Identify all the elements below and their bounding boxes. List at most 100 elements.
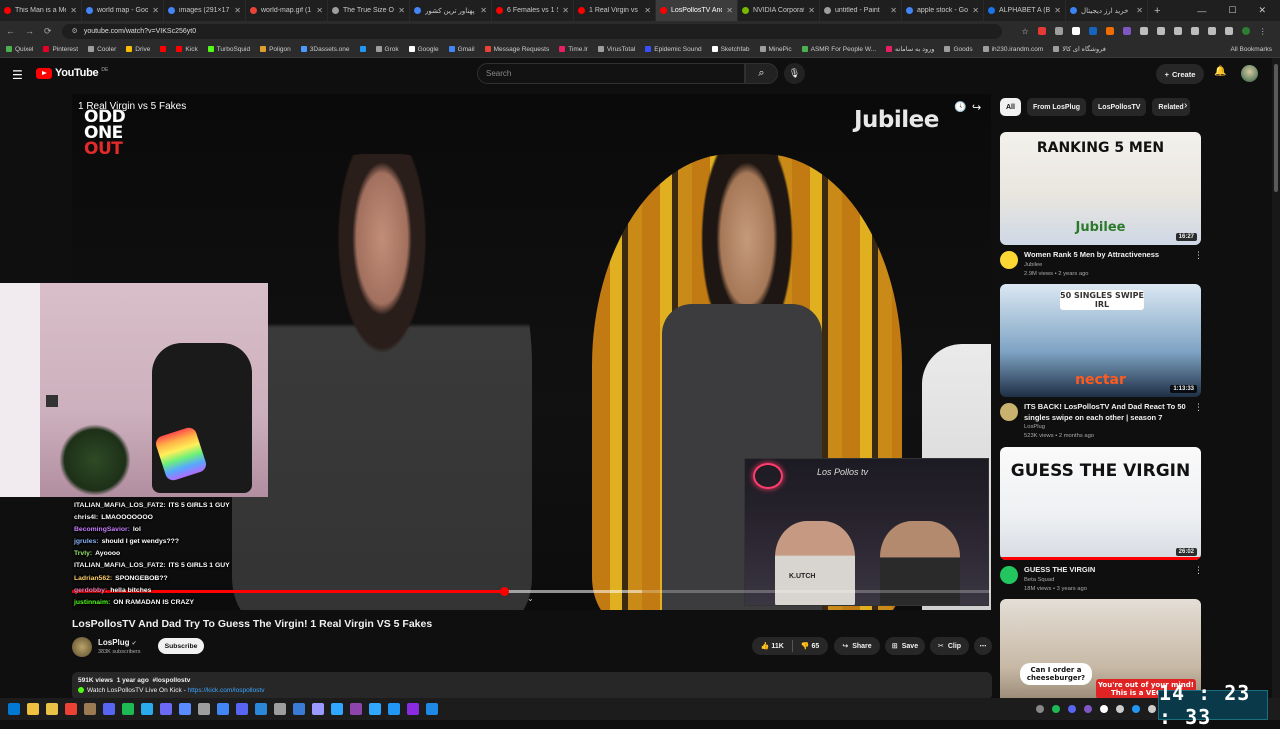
channel-avatar[interactable] <box>1000 403 1018 421</box>
like-button[interactable]: 👍 11K <box>761 642 784 650</box>
bookmark-item[interactable]: Poligon <box>260 46 291 53</box>
recommendation-channel[interactable]: Beta Squad <box>1024 577 1054 583</box>
bookmark-item[interactable]: Kick <box>176 46 198 53</box>
bookmark-item[interactable]: Grok <box>375 46 399 53</box>
browser-tab[interactable]: خرید ارز دیجیتال ✕ <box>1066 0 1148 21</box>
taskbar-app-icon[interactable] <box>198 703 210 715</box>
browser-tab[interactable]: NVIDIA Corporat ✕ <box>738 0 820 21</box>
filter-chip[interactable]: All <box>1000 98 1021 116</box>
taskbar-app-icon[interactable] <box>122 703 134 715</box>
page-scrollbar[interactable] <box>1272 58 1280 698</box>
taskbar-app-icon[interactable] <box>141 703 153 715</box>
recommendation-title[interactable]: Women Rank 5 Men by Attractiveness <box>1024 250 1190 261</box>
browser-tab[interactable]: 1 Real Virgin vs ✕ <box>574 0 656 21</box>
extension-icon[interactable] <box>1139 26 1148 35</box>
browser-tab[interactable]: 6 Females vs 1 S ✕ <box>492 0 574 21</box>
browser-tab[interactable]: apple stock - Go ✕ <box>902 0 984 21</box>
tab-close-icon[interactable]: ✕ <box>316 6 323 15</box>
taskbar-app-icon[interactable] <box>160 703 172 715</box>
tab-close-icon[interactable]: ✕ <box>1136 6 1143 15</box>
tab-close-icon[interactable]: ✕ <box>808 6 815 15</box>
reload-icon[interactable]: ⟳ <box>44 26 52 37</box>
browser-tab[interactable]: untitled - Paint ✕ <box>820 0 902 21</box>
close-icon[interactable]: ✕ <box>1258 5 1266 16</box>
chevron-down-icon[interactable]: ⌄ <box>527 594 534 603</box>
recommendation-item[interactable]: RANKING 5 MEN Jubilee 16:27 Women Rank 5 Me… <box>1000 132 1203 285</box>
taskbar-app-icon[interactable] <box>236 703 248 715</box>
tray-icon[interactable] <box>1148 705 1156 713</box>
bookmark-item[interactable]: 3Dassets.one <box>300 46 350 53</box>
all-bookmarks-link[interactable]: All Bookmarks <box>1230 46 1272 53</box>
hamburger-menu-icon[interactable]: ☰ <box>12 68 23 82</box>
bookmark-item[interactable]: فروشگاه ای کالا <box>1053 45 1106 53</box>
youtube-logo[interactable]: YouTube DE <box>36 67 108 79</box>
taskbar-app-icon[interactable] <box>331 703 343 715</box>
taskbar-app-icon[interactable] <box>293 703 305 715</box>
browser-tab[interactable]: world map - Goo ✕ <box>82 0 164 21</box>
browser-tab[interactable]: ALPHABET A (B ✕ <box>984 0 1066 21</box>
bookmark-item[interactable]: Goods <box>944 46 973 53</box>
bookmark-item[interactable]: Pinterest <box>43 46 78 53</box>
bookmark-item[interactable]: Drive <box>126 46 150 53</box>
search-button[interactable]: ⌕ <box>745 63 778 84</box>
recommendation-item[interactable]: 50 SINGLES SWIPE IRL nectar 1:13:33 ITS BAC… <box>1000 284 1203 439</box>
tray-icon[interactable] <box>1116 705 1124 713</box>
recommendation-thumbnail[interactable]: 50 SINGLES SWIPE IRL nectar 1:13:33 <box>1000 284 1201 397</box>
start-menu-icon[interactable] <box>8 703 20 715</box>
tab-close-icon[interactable]: ✕ <box>562 6 569 15</box>
recommendation-thumbnail[interactable]: GUESS THE VIRGIN 26:02 <box>1000 447 1201 560</box>
search-input[interactable]: Search <box>477 63 745 84</box>
bookmark-item[interactable]: Quixel <box>6 46 33 53</box>
recommendation-title[interactable]: GUESS THE VIRGIN <box>1024 565 1190 576</box>
taskbar-app-icon[interactable] <box>103 703 115 715</box>
tray-icon[interactable] <box>1036 705 1044 713</box>
site-info-icon[interactable]: ⚙ <box>72 27 78 35</box>
browser-tab[interactable]: This Man is a Me ✕ <box>0 0 82 21</box>
channel-avatar[interactable] <box>72 637 92 657</box>
browser-tab[interactable]: world-map.gif (1 ✕ <box>246 0 328 21</box>
tab-close-icon[interactable]: ✕ <box>726 6 733 15</box>
watch-later-icon[interactable]: 🕓 <box>954 102 966 113</box>
browser-tab[interactable]: LosPollosTV And ✕ <box>656 0 738 21</box>
recommendation-thumbnail[interactable]: RANKING 5 MEN Jubilee 16:27 <box>1000 132 1201 245</box>
bookmark-item[interactable]: MinePic <box>759 46 792 53</box>
create-button[interactable]: + Create <box>1156 64 1204 84</box>
tray-icon[interactable] <box>1100 705 1108 713</box>
recommendation-title[interactable]: ITS BACK! LosPollosTV And Dad React To 5… <box>1024 402 1190 423</box>
search-icon[interactable] <box>27 703 39 715</box>
player-share-icon[interactable]: ↪ <box>972 101 981 114</box>
more-options-icon[interactable]: ⋮ <box>1194 402 1203 413</box>
new-tab-icon[interactable]: + <box>1148 5 1166 17</box>
taskbar-app-icon[interactable] <box>388 703 400 715</box>
extension-icon[interactable] <box>1173 26 1182 35</box>
bookmark-star-icon[interactable]: ☆ <box>1022 27 1029 36</box>
voice-search-button[interactable]: 🎙 <box>784 63 805 84</box>
taskbar-app-icon[interactable] <box>255 703 267 715</box>
taskbar-app-icon[interactable] <box>407 703 419 715</box>
bookmark-item[interactable]: ورود به سامانه <box>886 45 934 53</box>
bookmark-item[interactable]: ih230.irandm.com <box>982 46 1043 53</box>
back-icon[interactable]: ← <box>6 26 15 36</box>
more-options-icon[interactable]: ⋮ <box>1194 250 1203 261</box>
kick-link[interactable]: https://kick.com/lospollostv <box>188 687 265 694</box>
menu-icon[interactable]: ⋮ <box>1259 27 1267 36</box>
bookmark-item[interactable] <box>359 46 366 52</box>
tab-close-icon[interactable]: ✕ <box>152 6 159 15</box>
more-actions-button[interactable]: ⋯ <box>974 637 992 655</box>
taskbar-app-icon[interactable] <box>274 703 286 715</box>
extension-icon[interactable] <box>1054 26 1063 35</box>
clip-button[interactable]: ✂ Clip <box>930 637 969 655</box>
taskbar-app-icon[interactable] <box>312 703 324 715</box>
recommendation-channel[interactable]: LosPlug <box>1024 424 1045 430</box>
recommendation-channel[interactable]: Jubilee <box>1024 262 1042 268</box>
tab-close-icon[interactable]: ✕ <box>890 6 897 15</box>
channel-name[interactable]: LosPlug ✔ <box>98 638 137 647</box>
bookmark-item[interactable]: Cooler <box>88 46 116 53</box>
extension-icon[interactable] <box>1105 26 1114 35</box>
extension-icon[interactable] <box>1088 26 1097 35</box>
taskbar-app-icon[interactable] <box>179 703 191 715</box>
taskbar-app-icon[interactable] <box>84 703 96 715</box>
extension-icon[interactable] <box>1122 26 1131 35</box>
player-overlay-title[interactable]: 1 Real Virgin vs 5 Fakes <box>78 101 186 112</box>
tray-icon[interactable] <box>1132 705 1140 713</box>
